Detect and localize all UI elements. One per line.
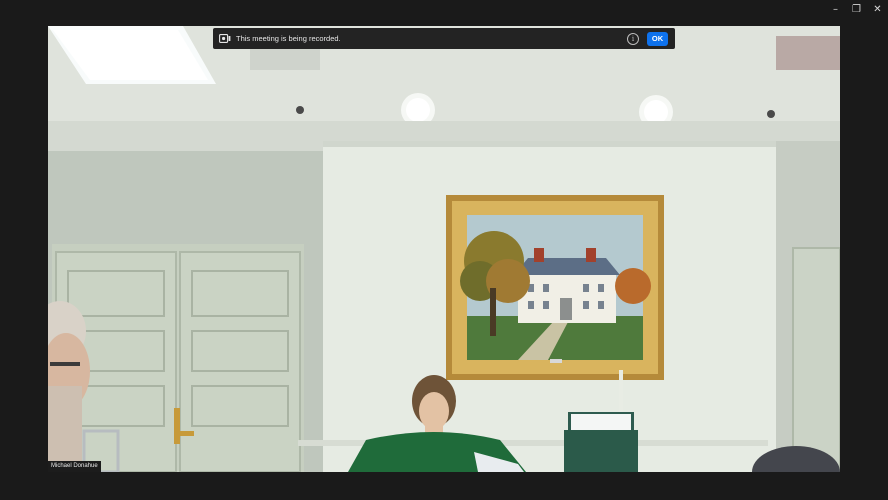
info-icon[interactable]: i xyxy=(627,32,639,45)
video-feed[interactable] xyxy=(48,26,840,472)
minimize-icon[interactable]: – xyxy=(825,0,846,18)
recording-message: This meeting is being recorded. xyxy=(236,34,341,43)
ok-button[interactable]: OK xyxy=(647,31,668,46)
recording-icon xyxy=(219,34,231,44)
close-icon[interactable]: ✕ xyxy=(867,0,888,18)
restore-icon[interactable]: ❐ xyxy=(846,0,867,18)
window-controls: – ❐ ✕ xyxy=(825,0,888,18)
participant-name-label: Michael Donahue xyxy=(48,461,101,472)
video-scene xyxy=(48,26,840,472)
recording-banner: This meeting is being recorded. i OK xyxy=(213,28,675,49)
